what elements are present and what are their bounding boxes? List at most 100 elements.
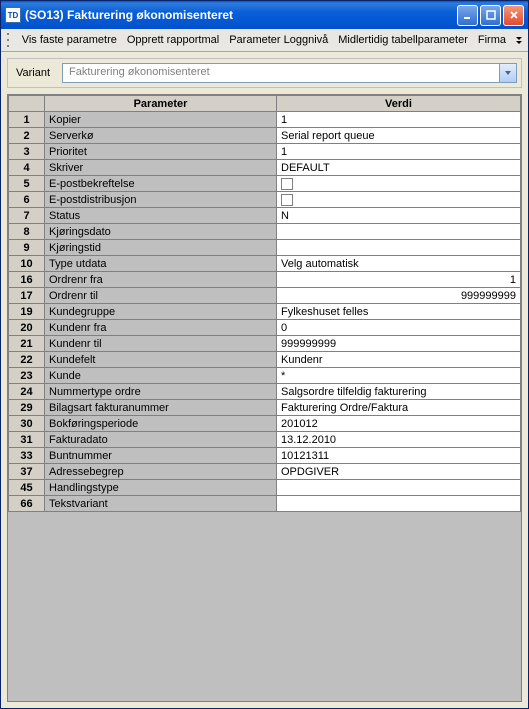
parameter-cell[interactable]: Kunde <box>45 368 277 384</box>
value-cell[interactable]: Serial report queue <box>277 128 521 144</box>
table-row: 6E-postdistribusjon <box>9 192 521 208</box>
value-cell[interactable]: 1 <box>277 272 521 288</box>
parameter-cell[interactable]: Prioritet <box>45 144 277 160</box>
parameter-cell[interactable]: Adressebegrep <box>45 464 277 480</box>
value-cell[interactable]: Fakturering Ordre/Faktura <box>277 400 521 416</box>
row-number-cell[interactable]: 9 <box>9 240 45 256</box>
row-number-cell[interactable]: 23 <box>9 368 45 384</box>
row-number-cell[interactable]: 7 <box>9 208 45 224</box>
row-number-cell[interactable]: 17 <box>9 288 45 304</box>
row-number-cell[interactable]: 19 <box>9 304 45 320</box>
row-number-cell[interactable]: 8 <box>9 224 45 240</box>
menu-overflow-icon[interactable] <box>516 37 522 44</box>
value-cell[interactable]: Kundenr <box>277 352 521 368</box>
parameter-cell[interactable]: Ordrenr fra <box>45 272 277 288</box>
row-number-cell[interactable]: 6 <box>9 192 45 208</box>
col-header-parameter[interactable]: Parameter <box>45 96 277 112</box>
parameter-cell[interactable]: Bilagsart fakturanummer <box>45 400 277 416</box>
row-number-cell[interactable]: 66 <box>9 496 45 512</box>
close-button[interactable] <box>503 5 524 26</box>
value-cell[interactable]: Salgsordre tilfeldig fakturering <box>277 384 521 400</box>
row-number-cell[interactable]: 37 <box>9 464 45 480</box>
table-row: 1Kopier1 <box>9 112 521 128</box>
minimize-button[interactable] <box>457 5 478 26</box>
parameter-cell[interactable]: Buntnummer <box>45 448 277 464</box>
menu-parameter-loggniva[interactable]: Parameter Loggnivå <box>229 34 328 46</box>
parameter-cell[interactable]: Kjøringsdato <box>45 224 277 240</box>
table-row: 23Kunde* <box>9 368 521 384</box>
row-number-cell[interactable]: 4 <box>9 160 45 176</box>
value-cell[interactable]: 201012 <box>277 416 521 432</box>
row-number-cell[interactable]: 33 <box>9 448 45 464</box>
checkbox-icon[interactable] <box>281 194 293 206</box>
value-cell[interactable] <box>277 496 521 512</box>
value-cell[interactable]: 1 <box>277 112 521 128</box>
parameter-cell[interactable]: Ordrenr til <box>45 288 277 304</box>
value-cell[interactable]: 0 <box>277 320 521 336</box>
value-cell[interactable] <box>277 176 521 192</box>
value-cell[interactable]: DEFAULT <box>277 160 521 176</box>
row-number-cell[interactable]: 21 <box>9 336 45 352</box>
row-number-cell[interactable]: 20 <box>9 320 45 336</box>
row-number-cell[interactable]: 5 <box>9 176 45 192</box>
value-cell[interactable] <box>277 224 521 240</box>
parameter-cell[interactable]: Kundefelt <box>45 352 277 368</box>
value-cell[interactable]: 10121311 <box>277 448 521 464</box>
parameter-cell[interactable]: Nummertype ordre <box>45 384 277 400</box>
row-number-cell[interactable]: 45 <box>9 480 45 496</box>
row-number-cell[interactable]: 30 <box>9 416 45 432</box>
table-row: 20Kundenr fra0 <box>9 320 521 336</box>
value-cell[interactable]: 13.12.2010 <box>277 432 521 448</box>
parameter-cell[interactable]: Handlingstype <box>45 480 277 496</box>
parameter-cell[interactable]: Kundenr fra <box>45 320 277 336</box>
chevron-down-icon[interactable] <box>499 64 516 82</box>
row-number-cell[interactable]: 22 <box>9 352 45 368</box>
value-cell[interactable]: 999999999 <box>277 288 521 304</box>
value-cell[interactable]: 1 <box>277 144 521 160</box>
parameter-cell[interactable]: Kundenr til <box>45 336 277 352</box>
row-number-cell[interactable]: 16 <box>9 272 45 288</box>
parameter-cell[interactable]: Bokføringsperiode <box>45 416 277 432</box>
menu-vis-faste-parametre[interactable]: Vis faste parametre <box>22 34 117 46</box>
grid-scroll[interactable]: Parameter Verdi 1Kopier12ServerkøSerial … <box>8 95 521 701</box>
value-cell[interactable] <box>277 240 521 256</box>
maximize-button[interactable] <box>480 5 501 26</box>
parameter-cell[interactable]: E-postbekreftelse <box>45 176 277 192</box>
value-cell[interactable]: Fylkeshuset felles <box>277 304 521 320</box>
value-cell[interactable]: * <box>277 368 521 384</box>
parameter-cell[interactable]: Status <box>45 208 277 224</box>
value-cell[interactable]: 999999999 <box>277 336 521 352</box>
parameter-cell[interactable]: Skriver <box>45 160 277 176</box>
row-number-cell[interactable]: 10 <box>9 256 45 272</box>
value-cell[interactable] <box>277 192 521 208</box>
row-number-cell[interactable]: 24 <box>9 384 45 400</box>
table-row: 30Bokføringsperiode201012 <box>9 416 521 432</box>
checkbox-icon[interactable] <box>281 178 293 190</box>
col-header-number[interactable] <box>9 96 45 112</box>
row-number-cell[interactable]: 31 <box>9 432 45 448</box>
row-number-cell[interactable]: 2 <box>9 128 45 144</box>
value-cell[interactable]: Velg automatisk <box>277 256 521 272</box>
menu-firma[interactable]: Firma <box>478 34 506 46</box>
table-row: 19KundegruppeFylkeshuset felles <box>9 304 521 320</box>
parameter-cell[interactable]: Type utdata <box>45 256 277 272</box>
parameter-cell[interactable]: Tekstvariant <box>45 496 277 512</box>
variant-combobox[interactable]: Fakturering økonomisenteret <box>62 63 517 83</box>
parameter-cell[interactable]: Fakturadato <box>45 432 277 448</box>
row-number-cell[interactable]: 29 <box>9 400 45 416</box>
table-row: 37AdressebegrepOPDGIVER <box>9 464 521 480</box>
value-cell[interactable] <box>277 480 521 496</box>
menu-opprett-rapportmal[interactable]: Opprett rapportmal <box>127 34 219 46</box>
parameter-cell[interactable]: Serverkø <box>45 128 277 144</box>
value-cell[interactable]: N <box>277 208 521 224</box>
parameter-cell[interactable]: Kopier <box>45 112 277 128</box>
parameter-cell[interactable]: E-postdistribusjon <box>45 192 277 208</box>
row-number-cell[interactable]: 3 <box>9 144 45 160</box>
parameter-cell[interactable]: Kundegruppe <box>45 304 277 320</box>
value-cell[interactable]: OPDGIVER <box>277 464 521 480</box>
col-header-value[interactable]: Verdi <box>277 96 521 112</box>
menu-midlertidig-tabellparameter[interactable]: Midlertidig tabellparameter <box>338 34 468 46</box>
row-number-cell[interactable]: 1 <box>9 112 45 128</box>
table-row: 24Nummertype ordreSalgsordre tilfeldig f… <box>9 384 521 400</box>
parameter-cell[interactable]: Kjøringstid <box>45 240 277 256</box>
